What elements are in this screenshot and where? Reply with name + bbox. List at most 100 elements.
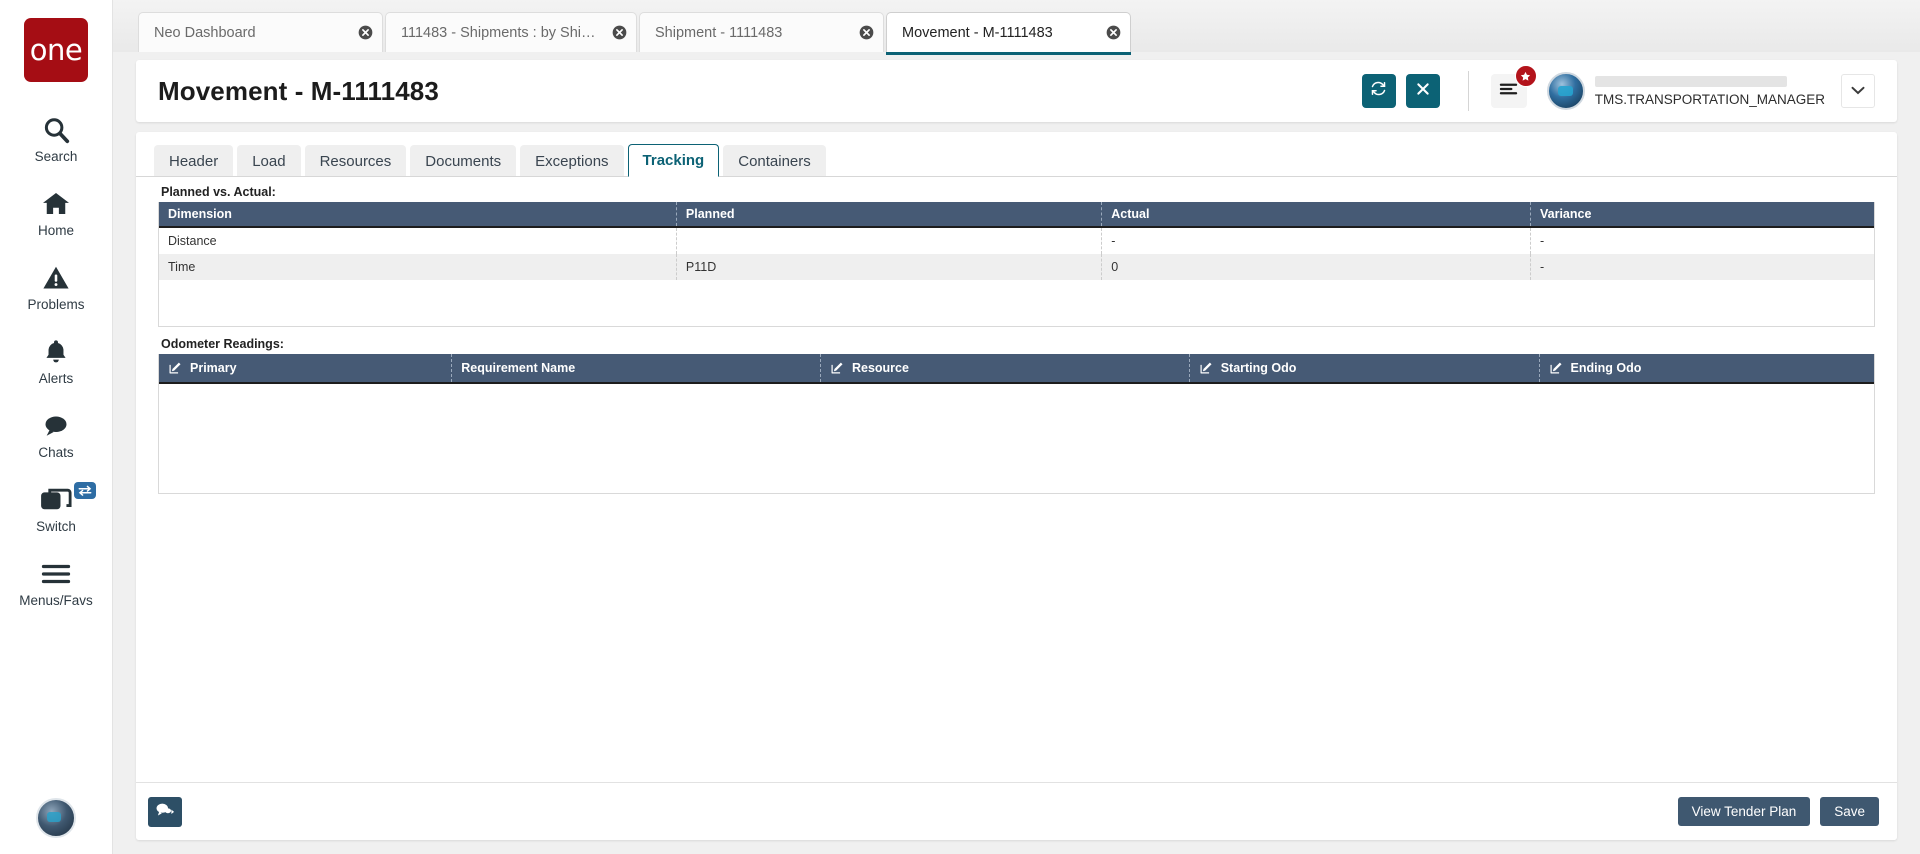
planned-vs-actual-label: Planned vs. Actual: bbox=[161, 185, 276, 199]
hamburger-icon bbox=[41, 558, 71, 590]
logo-text: one bbox=[29, 32, 83, 67]
switch-badge-icon[interactable] bbox=[74, 482, 96, 499]
tab-label: Load bbox=[252, 152, 286, 170]
edit-pencil-icon bbox=[830, 361, 844, 375]
column-header-requirement-name[interactable]: Requirement Name bbox=[452, 354, 821, 382]
browser-tab-title: Neo Dashboard bbox=[154, 24, 256, 41]
close-icon bbox=[1415, 81, 1431, 102]
table-header-row: Dimension Planned Actual Variance bbox=[159, 202, 1874, 228]
main-region: Neo Dashboard 111483 - Shipments : by Sh… bbox=[113, 0, 1920, 854]
page-title: Movement - M-1111483 bbox=[158, 75, 439, 106]
sidebar-item-menus-favs[interactable]: Menus/Favs bbox=[0, 554, 112, 612]
sidebar-item-label: Home bbox=[37, 223, 74, 238]
hamburger-icon bbox=[1499, 82, 1518, 101]
column-header-planned[interactable]: Planned bbox=[677, 202, 1103, 226]
browser-tab-strip: Neo Dashboard 111483 - Shipments : by Sh… bbox=[113, 0, 1920, 55]
column-header-dimension[interactable]: Dimension bbox=[159, 202, 677, 226]
tab-resources[interactable]: Resources bbox=[304, 145, 407, 176]
column-header-variance[interactable]: Variance bbox=[1531, 202, 1874, 226]
cell-actual: - bbox=[1102, 228, 1531, 254]
tab-label: Header bbox=[169, 152, 219, 170]
cell-dimension: Distance bbox=[159, 228, 677, 254]
tab-bar: Header Load Resources Documents Exceptio… bbox=[136, 132, 1897, 177]
column-header-label: Starting Odo bbox=[1220, 361, 1297, 375]
tab-label: Resources bbox=[319, 152, 392, 170]
save-button[interactable]: Save bbox=[1820, 797, 1879, 826]
tab-load[interactable]: Load bbox=[237, 145, 301, 176]
table-row[interactable]: Time P11D 0 - bbox=[159, 254, 1874, 280]
header-divider bbox=[1467, 71, 1469, 111]
chat-bubbles-icon bbox=[155, 802, 175, 822]
browser-tab-title: Shipment - 1111483 bbox=[655, 24, 783, 41]
tab-documents[interactable]: Documents bbox=[410, 145, 517, 176]
card-footer: View Tender Plan Save bbox=[136, 782, 1897, 840]
tab-tracking[interactable]: Tracking bbox=[627, 144, 720, 177]
tab-label: Exceptions bbox=[535, 152, 609, 170]
refresh-icon bbox=[1370, 80, 1387, 102]
column-header-actual[interactable]: Actual bbox=[1102, 202, 1531, 226]
tab-label: Documents bbox=[425, 152, 502, 170]
sidebar-item-problems[interactable]: Problems bbox=[0, 258, 112, 316]
app-menu-button[interactable] bbox=[1490, 65, 1537, 108]
cell-planned: P11D bbox=[677, 254, 1103, 280]
table-empty-space bbox=[159, 280, 1874, 326]
refresh-button[interactable] bbox=[1361, 74, 1396, 108]
tab-containers[interactable]: Containers bbox=[723, 145, 826, 176]
sidebar-item-home[interactable]: Home bbox=[0, 184, 112, 242]
search-icon bbox=[41, 114, 71, 146]
chat-bubble-icon bbox=[40, 410, 72, 442]
column-header-label: Resource bbox=[851, 361, 909, 375]
bell-icon bbox=[42, 336, 70, 368]
browser-tab-neo-dashboard[interactable]: Neo Dashboard bbox=[138, 12, 383, 52]
sidebar-item-label: Search bbox=[34, 149, 78, 164]
view-tender-plan-button[interactable]: View Tender Plan bbox=[1677, 797, 1811, 826]
avatar[interactable] bbox=[36, 798, 76, 838]
home-icon bbox=[40, 188, 72, 220]
column-header-label: Dimension bbox=[168, 207, 232, 221]
sidebar-item-switch[interactable]: Switch bbox=[0, 480, 112, 538]
sidebar-item-alerts[interactable]: Alerts bbox=[0, 332, 112, 390]
odometer-readings-grid: Primary Requirement Name Resource Starti… bbox=[158, 354, 1875, 494]
cell-actual: 0 bbox=[1102, 254, 1531, 280]
odometer-readings-label: Odometer Readings: bbox=[161, 337, 284, 351]
close-icon[interactable] bbox=[1104, 24, 1122, 42]
column-header-primary[interactable]: Primary bbox=[159, 354, 453, 382]
warning-triangle-icon bbox=[41, 262, 71, 294]
column-header-ending-odo[interactable]: Ending Odo bbox=[1540, 354, 1874, 382]
table-empty-body bbox=[159, 384, 1874, 493]
page-header: Movement - M-1111483 TMS.TRANSPORTATION_… bbox=[136, 60, 1897, 122]
one-network-logo[interactable]: one bbox=[24, 18, 88, 82]
content-card: Header Load Resources Documents Exceptio… bbox=[136, 132, 1897, 840]
table-row[interactable]: Distance - - bbox=[159, 228, 1874, 254]
sidebar-item-label: Problems bbox=[27, 297, 85, 312]
windows-stack-icon bbox=[40, 484, 73, 516]
sidebar-item-chats[interactable]: Chats bbox=[0, 406, 112, 464]
close-icon[interactable] bbox=[610, 24, 628, 42]
sidebar-item-label: Menus/Favs bbox=[19, 593, 93, 608]
close-icon[interactable] bbox=[356, 24, 374, 42]
comments-button[interactable] bbox=[148, 796, 182, 827]
user-info: TMS.TRANSPORTATION_MANAGER bbox=[1594, 75, 1825, 107]
column-header-label: Variance bbox=[1539, 207, 1592, 221]
chevron-down-icon bbox=[1851, 82, 1865, 100]
column-header-starting-odo[interactable]: Starting Odo bbox=[1190, 354, 1540, 382]
star-icon bbox=[1514, 65, 1537, 87]
column-header-resource[interactable]: Resource bbox=[821, 354, 1190, 382]
sidebar-item-search[interactable]: Search bbox=[0, 110, 112, 168]
tab-exceptions[interactable]: Exceptions bbox=[520, 145, 624, 176]
browser-tab-shipment[interactable]: Shipment - 1111483 bbox=[639, 12, 884, 52]
browser-tab-movement[interactable]: Movement - M-1111483 bbox=[886, 12, 1131, 55]
browser-tab-shipments-list[interactable]: 111483 - Shipments : by Shipme... bbox=[385, 12, 637, 52]
cell-variance: - bbox=[1539, 260, 1545, 274]
column-header-label: Primary bbox=[190, 361, 237, 375]
planned-vs-actual-grid: Dimension Planned Actual Variance Distan… bbox=[158, 202, 1875, 327]
close-icon[interactable] bbox=[857, 24, 875, 42]
cell-planned bbox=[677, 228, 1103, 254]
tab-header[interactable]: Header bbox=[154, 145, 234, 176]
user-name: TMS.TRANSPORTATION_MANAGER bbox=[1594, 91, 1825, 107]
close-page-button[interactable] bbox=[1405, 74, 1440, 108]
user-menu-button[interactable] bbox=[1841, 74, 1875, 108]
avatar[interactable] bbox=[1546, 72, 1585, 110]
tab-label: Tracking bbox=[642, 152, 705, 169]
application-root: one Search Home Problems Alerts Chats Sw… bbox=[0, 0, 1920, 854]
